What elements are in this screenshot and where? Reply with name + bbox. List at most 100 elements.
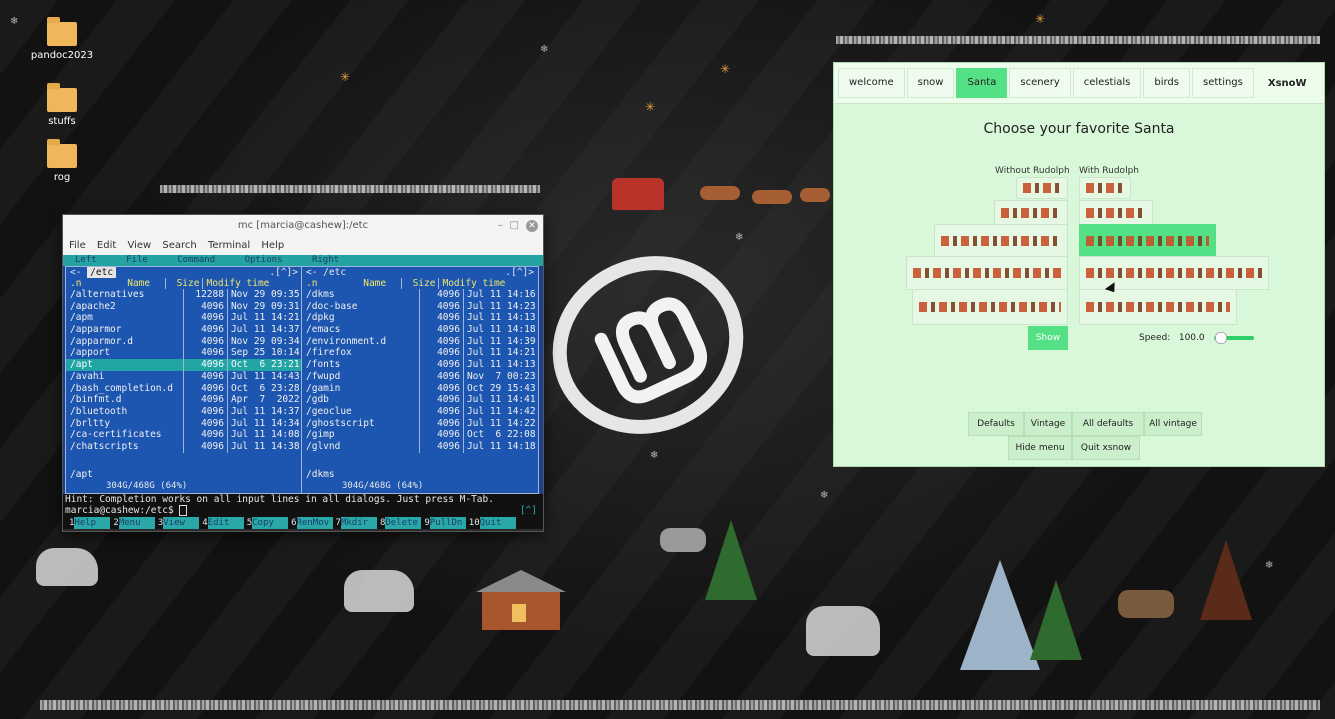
- mc-menu-command[interactable]: Command: [177, 255, 215, 265]
- file-row[interactable]: /apt 4096 Oct 6 23:21: [66, 359, 302, 371]
- santa-option-2-with[interactable]: [1079, 224, 1216, 258]
- file-row[interactable]: /firefox 4096 Jul 11 14:21: [302, 347, 538, 360]
- file-size: 4096: [183, 335, 226, 348]
- file-row[interactable]: /apport 4096 Sep 25 10:14: [66, 347, 302, 360]
- column-header-time[interactable]: Modify time: [202, 278, 269, 289]
- file-row[interactable]: /brltty 4096 Jul 11 14:34: [66, 417, 302, 430]
- santa-option-4-with[interactable]: [1079, 289, 1237, 325]
- file-row[interactable]: /apm 4096 Jul 11 14:21: [66, 312, 302, 325]
- file-row[interactable]: /dkms 4096 Jul 11 14:16: [302, 289, 538, 301]
- fkey-delete-button[interactable]: 8 Delete: [380, 517, 422, 529]
- file-row[interactable]: /bash_completion.d 4096 Oct 6 23:28: [66, 382, 302, 395]
- prompt-indicator: [^]: [519, 505, 537, 516]
- snowflake-icon: ❄: [820, 490, 829, 501]
- defaults-button[interactable]: Defaults: [968, 412, 1024, 436]
- menu-edit[interactable]: Edit: [97, 240, 116, 251]
- file-row[interactable]: /ca-certificates 4096 Jul 11 14:08: [66, 429, 302, 441]
- santa-option-0-without[interactable]: [1016, 177, 1068, 199]
- santa-option-4-without[interactable]: [912, 289, 1068, 325]
- file-row[interactable]: /apparmor.d 4096 Nov 29 09:34: [66, 335, 302, 348]
- fkey-renmov-button[interactable]: 6 RenMov: [291, 517, 333, 529]
- file-row[interactable]: /environment.d 4096 Jul 11 14:39: [302, 335, 538, 348]
- terminal-titlebar[interactable]: mc [marcia@cashew]:/etc – □ ✕: [63, 215, 543, 237]
- minimize-button[interactable]: –: [498, 215, 503, 237]
- fkey-edit-button[interactable]: 4 Edit: [202, 517, 244, 529]
- column-header-name[interactable]: .n Name: [66, 278, 165, 289]
- tab-scenery[interactable]: scenery: [1009, 68, 1071, 98]
- vintage-button[interactable]: Vintage: [1024, 412, 1072, 436]
- menu-terminal[interactable]: Terminal: [208, 240, 250, 251]
- tab-celestials[interactable]: celestials: [1072, 68, 1142, 98]
- xsnow-window[interactable]: welcome snow Santa scenery celestials bi…: [833, 62, 1325, 467]
- file-row[interactable]: /chatscripts 4096 Jul 11 14:38: [66, 440, 302, 453]
- fkey-copy-button[interactable]: 5 Copy: [247, 517, 289, 529]
- file-row[interactable]: /binfmt.d 4096 Apr 7 2022: [66, 394, 302, 406]
- fkey-menu-button[interactable]: 2 Menu: [113, 517, 155, 529]
- file-row[interactable]: /fonts 4096 Jul 11 14:13: [302, 359, 538, 371]
- mc-right-panel[interactable]: <- /etc .[^]> .n Name Size Modify time /…: [301, 266, 539, 494]
- file-row[interactable]: /apparmor 4096 Jul 11 14:37: [66, 324, 302, 336]
- column-header-size[interactable]: Size: [165, 278, 202, 289]
- file-row[interactable]: /bluetooth 4096 Jul 11 14:37: [66, 405, 302, 418]
- file-row[interactable]: /avahi 4096 Jul 11 14:43: [66, 370, 302, 383]
- menu-view[interactable]: View: [127, 240, 151, 251]
- file-row[interactable]: /gdb 4096 Jul 11 14:41: [302, 394, 538, 406]
- file-name: /gimp: [306, 429, 335, 441]
- file-row[interactable]: /ghostscript 4096 Jul 11 14:22: [302, 417, 538, 430]
- file-row[interactable]: /apache2 4096 Nov 29 09:31: [66, 300, 302, 313]
- santa-option-1-with[interactable]: [1079, 200, 1153, 226]
- all-defaults-button[interactable]: All defaults: [1072, 412, 1144, 436]
- column-header-name[interactable]: .n Name: [302, 278, 401, 289]
- tab-birds[interactable]: birds: [1143, 68, 1190, 98]
- menu-help[interactable]: Help: [261, 240, 284, 251]
- menu-file[interactable]: File: [69, 240, 86, 251]
- speed-slider-handle[interactable]: [1215, 332, 1227, 344]
- hide-menu-button[interactable]: Hide menu: [1008, 436, 1072, 460]
- file-row[interactable]: /geoclue 4096 Jul 11 14:42: [302, 405, 538, 418]
- desktop-icon-pandoc2023[interactable]: pandoc2023: [22, 17, 102, 61]
- tab-welcome[interactable]: welcome: [838, 68, 905, 98]
- tab-settings[interactable]: settings: [1191, 68, 1254, 98]
- menu-search[interactable]: Search: [162, 240, 196, 251]
- quit-xsnow-button[interactable]: Quit xsnow: [1072, 436, 1140, 460]
- fkey-quit-button[interactable]: 10 Quit: [469, 517, 516, 529]
- file-row[interactable]: /fwupd 4096 Nov 7 00:23: [302, 370, 538, 383]
- shell-prompt[interactable]: marcia@cashew:/etc$ [^]: [63, 505, 543, 517]
- terminal-window[interactable]: mc [marcia@cashew]:/etc – □ ✕ File Edit …: [62, 214, 544, 532]
- mc-menu-options[interactable]: Options: [245, 255, 283, 265]
- file-name: /bash_completion.d: [70, 382, 173, 394]
- all-vintage-button[interactable]: All vintage: [1144, 412, 1202, 436]
- santa-option-0-with[interactable]: [1079, 177, 1131, 199]
- mc-left-panel[interactable]: <- /etc .[^]> .n Name Size Modify time /…: [65, 266, 303, 494]
- santa-option-3-without[interactable]: [906, 256, 1068, 290]
- santa-option-2-without[interactable]: [934, 224, 1068, 258]
- column-header-size[interactable]: Size: [401, 278, 438, 289]
- column-header-time[interactable]: Modify time: [438, 278, 505, 289]
- file-row[interactable]: /emacs 4096 Jul 11 14:18: [302, 324, 538, 336]
- fkey-view-button[interactable]: 3 View: [158, 517, 200, 529]
- fkey-help-button[interactable]: 1 Help: [69, 517, 111, 529]
- file-row[interactable]: /alternatives 12288 Nov 29 09:35: [66, 289, 302, 301]
- file-row[interactable]: /gimp 4096 Oct 6 22:08: [302, 429, 538, 441]
- maximize-button[interactable]: □: [510, 215, 519, 237]
- file-row[interactable]: /glvnd 4096 Jul 11 14:18: [302, 440, 538, 453]
- file-row[interactable]: /doc-base 4096 Jul 11 14:23: [302, 300, 538, 313]
- file-name: /avahi: [70, 370, 105, 382]
- mc-menu-left[interactable]: Left: [75, 255, 97, 265]
- show-button[interactable]: Show: [1028, 326, 1068, 350]
- fkey-pulldn-button[interactable]: 9 PullDn: [424, 517, 466, 529]
- tab-santa[interactable]: Santa: [956, 68, 1008, 98]
- file-size: 4096: [183, 429, 226, 441]
- file-size: 4096: [419, 382, 462, 395]
- fkey-mkdir-button[interactable]: 7 Mkdir: [336, 517, 377, 529]
- mc-menu-file[interactable]: File: [126, 255, 148, 265]
- mc-menu-right[interactable]: Right: [312, 255, 339, 265]
- file-row[interactable]: /dpkg 4096 Jul 11 14:13: [302, 312, 538, 325]
- santa-option-1-without[interactable]: [994, 200, 1068, 226]
- close-button[interactable]: ✕: [526, 220, 538, 232]
- santa-option-3-with[interactable]: [1079, 256, 1269, 290]
- desktop-icon-stuffs[interactable]: stuffs: [22, 83, 102, 127]
- tab-snow[interactable]: snow: [906, 68, 955, 98]
- desktop-icon-rog[interactable]: rog: [22, 139, 102, 183]
- file-row[interactable]: /gamin 4096 Oct 29 15:43: [302, 382, 538, 395]
